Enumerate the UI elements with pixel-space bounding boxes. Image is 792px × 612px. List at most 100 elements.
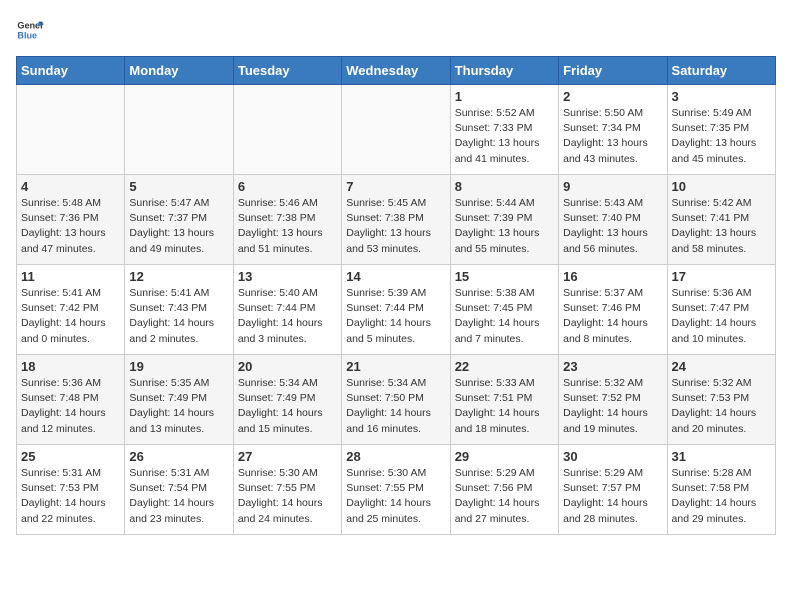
day-cell: 18 Sunrise: 5:36 AMSunset: 7:48 PMDaylig… — [17, 355, 125, 445]
day-number: 11 — [21, 269, 120, 284]
day-info: Sunrise: 5:52 AMSunset: 7:33 PMDaylight:… — [455, 106, 554, 167]
day-cell: 4 Sunrise: 5:48 AMSunset: 7:36 PMDayligh… — [17, 175, 125, 265]
day-info: Sunrise: 5:32 AMSunset: 7:52 PMDaylight:… — [563, 376, 662, 437]
day-number: 8 — [455, 179, 554, 194]
day-number: 3 — [672, 89, 771, 104]
day-cell: 16 Sunrise: 5:37 AMSunset: 7:46 PMDaylig… — [559, 265, 667, 355]
weekday-header-saturday: Saturday — [667, 57, 775, 85]
weekday-header-wednesday: Wednesday — [342, 57, 450, 85]
weekday-header-monday: Monday — [125, 57, 233, 85]
day-cell: 24 Sunrise: 5:32 AMSunset: 7:53 PMDaylig… — [667, 355, 775, 445]
day-cell: 19 Sunrise: 5:35 AMSunset: 7:49 PMDaylig… — [125, 355, 233, 445]
day-cell: 5 Sunrise: 5:47 AMSunset: 7:37 PMDayligh… — [125, 175, 233, 265]
day-cell: 23 Sunrise: 5:32 AMSunset: 7:52 PMDaylig… — [559, 355, 667, 445]
day-info: Sunrise: 5:41 AMSunset: 7:43 PMDaylight:… — [129, 286, 228, 347]
day-number: 2 — [563, 89, 662, 104]
logo-icon: General Blue — [16, 16, 44, 44]
day-info: Sunrise: 5:41 AMSunset: 7:42 PMDaylight:… — [21, 286, 120, 347]
day-info: Sunrise: 5:29 AMSunset: 7:57 PMDaylight:… — [563, 466, 662, 527]
day-cell: 29 Sunrise: 5:29 AMSunset: 7:56 PMDaylig… — [450, 445, 558, 535]
day-cell: 25 Sunrise: 5:31 AMSunset: 7:53 PMDaylig… — [17, 445, 125, 535]
weekday-header-friday: Friday — [559, 57, 667, 85]
day-info: Sunrise: 5:34 AMSunset: 7:49 PMDaylight:… — [238, 376, 337, 437]
day-cell: 11 Sunrise: 5:41 AMSunset: 7:42 PMDaylig… — [17, 265, 125, 355]
day-number: 30 — [563, 449, 662, 464]
day-number: 9 — [563, 179, 662, 194]
week-row-4: 18 Sunrise: 5:36 AMSunset: 7:48 PMDaylig… — [17, 355, 776, 445]
day-info: Sunrise: 5:37 AMSunset: 7:46 PMDaylight:… — [563, 286, 662, 347]
day-info: Sunrise: 5:48 AMSunset: 7:36 PMDaylight:… — [21, 196, 120, 257]
day-number: 15 — [455, 269, 554, 284]
day-number: 28 — [346, 449, 445, 464]
day-cell: 14 Sunrise: 5:39 AMSunset: 7:44 PMDaylig… — [342, 265, 450, 355]
day-cell: 27 Sunrise: 5:30 AMSunset: 7:55 PMDaylig… — [233, 445, 341, 535]
day-number: 6 — [238, 179, 337, 194]
week-row-5: 25 Sunrise: 5:31 AMSunset: 7:53 PMDaylig… — [17, 445, 776, 535]
day-info: Sunrise: 5:30 AMSunset: 7:55 PMDaylight:… — [238, 466, 337, 527]
day-number: 10 — [672, 179, 771, 194]
day-cell: 8 Sunrise: 5:44 AMSunset: 7:39 PMDayligh… — [450, 175, 558, 265]
day-cell: 2 Sunrise: 5:50 AMSunset: 7:34 PMDayligh… — [559, 85, 667, 175]
week-row-3: 11 Sunrise: 5:41 AMSunset: 7:42 PMDaylig… — [17, 265, 776, 355]
day-info: Sunrise: 5:31 AMSunset: 7:53 PMDaylight:… — [21, 466, 120, 527]
day-cell: 30 Sunrise: 5:29 AMSunset: 7:57 PMDaylig… — [559, 445, 667, 535]
day-cell: 28 Sunrise: 5:30 AMSunset: 7:55 PMDaylig… — [342, 445, 450, 535]
day-cell: 6 Sunrise: 5:46 AMSunset: 7:38 PMDayligh… — [233, 175, 341, 265]
day-cell: 7 Sunrise: 5:45 AMSunset: 7:38 PMDayligh… — [342, 175, 450, 265]
day-cell: 13 Sunrise: 5:40 AMSunset: 7:44 PMDaylig… — [233, 265, 341, 355]
day-info: Sunrise: 5:39 AMSunset: 7:44 PMDaylight:… — [346, 286, 445, 347]
day-info: Sunrise: 5:36 AMSunset: 7:48 PMDaylight:… — [21, 376, 120, 437]
day-info: Sunrise: 5:40 AMSunset: 7:44 PMDaylight:… — [238, 286, 337, 347]
weekday-header-tuesday: Tuesday — [233, 57, 341, 85]
day-info: Sunrise: 5:28 AMSunset: 7:58 PMDaylight:… — [672, 466, 771, 527]
week-row-2: 4 Sunrise: 5:48 AMSunset: 7:36 PMDayligh… — [17, 175, 776, 265]
logo: General Blue — [16, 16, 44, 44]
day-number: 1 — [455, 89, 554, 104]
calendar-table: SundayMondayTuesdayWednesdayThursdayFrid… — [16, 56, 776, 535]
day-number: 5 — [129, 179, 228, 194]
day-number: 20 — [238, 359, 337, 374]
svg-text:Blue: Blue — [17, 30, 37, 40]
day-number: 21 — [346, 359, 445, 374]
day-cell: 22 Sunrise: 5:33 AMSunset: 7:51 PMDaylig… — [450, 355, 558, 445]
day-cell: 12 Sunrise: 5:41 AMSunset: 7:43 PMDaylig… — [125, 265, 233, 355]
weekday-header-sunday: Sunday — [17, 57, 125, 85]
day-cell: 20 Sunrise: 5:34 AMSunset: 7:49 PMDaylig… — [233, 355, 341, 445]
day-info: Sunrise: 5:44 AMSunset: 7:39 PMDaylight:… — [455, 196, 554, 257]
week-row-1: 1 Sunrise: 5:52 AMSunset: 7:33 PMDayligh… — [17, 85, 776, 175]
day-number: 31 — [672, 449, 771, 464]
day-cell: 17 Sunrise: 5:36 AMSunset: 7:47 PMDaylig… — [667, 265, 775, 355]
day-info: Sunrise: 5:42 AMSunset: 7:41 PMDaylight:… — [672, 196, 771, 257]
day-number: 7 — [346, 179, 445, 194]
day-info: Sunrise: 5:35 AMSunset: 7:49 PMDaylight:… — [129, 376, 228, 437]
day-number: 19 — [129, 359, 228, 374]
day-info: Sunrise: 5:45 AMSunset: 7:38 PMDaylight:… — [346, 196, 445, 257]
day-info: Sunrise: 5:47 AMSunset: 7:37 PMDaylight:… — [129, 196, 228, 257]
day-number: 27 — [238, 449, 337, 464]
day-info: Sunrise: 5:34 AMSunset: 7:50 PMDaylight:… — [346, 376, 445, 437]
day-info: Sunrise: 5:46 AMSunset: 7:38 PMDaylight:… — [238, 196, 337, 257]
day-info: Sunrise: 5:31 AMSunset: 7:54 PMDaylight:… — [129, 466, 228, 527]
day-cell: 26 Sunrise: 5:31 AMSunset: 7:54 PMDaylig… — [125, 445, 233, 535]
day-cell: 31 Sunrise: 5:28 AMSunset: 7:58 PMDaylig… — [667, 445, 775, 535]
day-info: Sunrise: 5:32 AMSunset: 7:53 PMDaylight:… — [672, 376, 771, 437]
day-cell: 21 Sunrise: 5:34 AMSunset: 7:50 PMDaylig… — [342, 355, 450, 445]
day-number: 25 — [21, 449, 120, 464]
weekday-header-thursday: Thursday — [450, 57, 558, 85]
day-info: Sunrise: 5:30 AMSunset: 7:55 PMDaylight:… — [346, 466, 445, 527]
day-cell: 9 Sunrise: 5:43 AMSunset: 7:40 PMDayligh… — [559, 175, 667, 265]
day-number: 24 — [672, 359, 771, 374]
day-cell: 1 Sunrise: 5:52 AMSunset: 7:33 PMDayligh… — [450, 85, 558, 175]
day-cell: 15 Sunrise: 5:38 AMSunset: 7:45 PMDaylig… — [450, 265, 558, 355]
day-number: 13 — [238, 269, 337, 284]
day-number: 26 — [129, 449, 228, 464]
day-info: Sunrise: 5:43 AMSunset: 7:40 PMDaylight:… — [563, 196, 662, 257]
day-info: Sunrise: 5:49 AMSunset: 7:35 PMDaylight:… — [672, 106, 771, 167]
day-info: Sunrise: 5:36 AMSunset: 7:47 PMDaylight:… — [672, 286, 771, 347]
day-number: 12 — [129, 269, 228, 284]
day-info: Sunrise: 5:33 AMSunset: 7:51 PMDaylight:… — [455, 376, 554, 437]
day-number: 18 — [21, 359, 120, 374]
day-number: 4 — [21, 179, 120, 194]
day-number: 22 — [455, 359, 554, 374]
day-number: 16 — [563, 269, 662, 284]
